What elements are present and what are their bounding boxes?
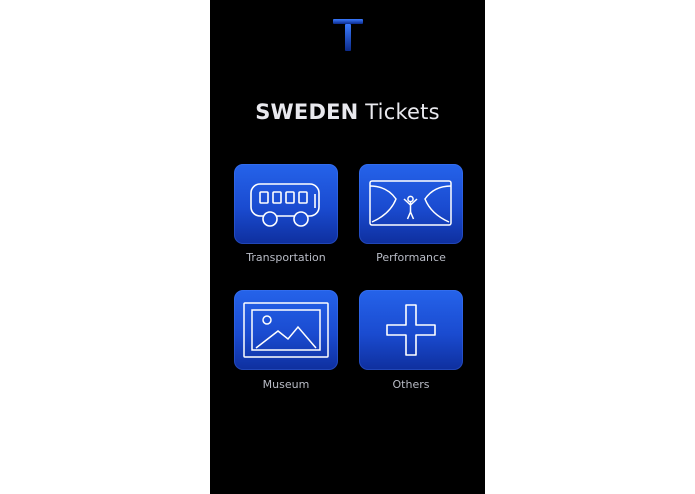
app-screen: SWEDEN Tickets Transportation Performanc… [210, 0, 485, 494]
bus-icon [250, 183, 320, 227]
others-label: Others [392, 378, 430, 391]
museum-label: Museum [262, 378, 310, 391]
page-title-rest: Tickets [358, 100, 440, 124]
plus-icon [386, 304, 436, 356]
museum-button[interactable] [234, 290, 338, 370]
performance-label: Performance [376, 251, 446, 264]
performance-button[interactable] [359, 164, 463, 244]
stage-performer-icon [369, 180, 452, 226]
others-button[interactable] [359, 290, 463, 370]
framed-picture-icon [243, 302, 329, 358]
app-logo-icon [333, 19, 363, 51]
transportation-button[interactable] [234, 164, 338, 244]
transportation-label: Transportation [246, 251, 326, 264]
page-title: SWEDEN Tickets [210, 100, 485, 124]
page-title-bold: SWEDEN [255, 100, 359, 124]
